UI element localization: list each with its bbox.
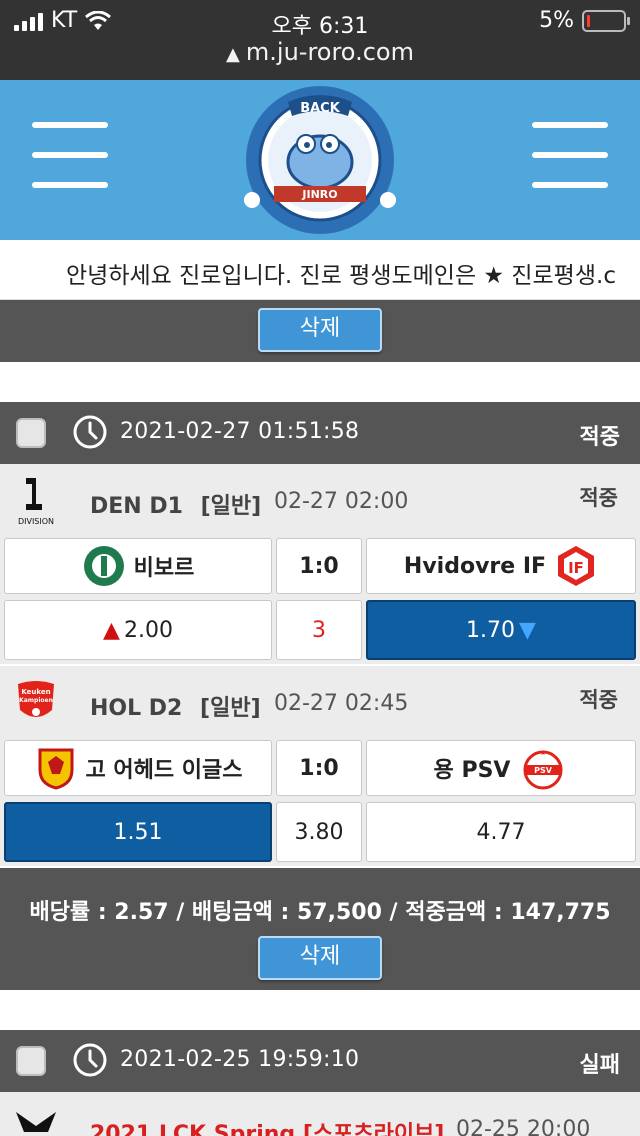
status-bar: KT 오후 6:31 5% ▲ m.ju-roro.com <box>0 0 640 80</box>
bet-result: 실패 <box>579 1053 620 1078</box>
bet-checkbox[interactable] <box>16 418 46 448</box>
clock-icon <box>73 415 107 449</box>
bet-date: 2021-02-27 01:51:58 <box>120 419 360 444</box>
svg-text:JINRO: JINRO <box>301 188 337 201</box>
odds-draw[interactable]: 3.80 <box>276 802 362 862</box>
odds-home[interactable]: ▲ 2.00 <box>4 600 272 660</box>
svg-text:DIVISION: DIVISION <box>18 517 54 526</box>
match-odds: 고 어헤드 이글스 1:0 용 PSV PSV ★ 1.51 3.80 4.77 <box>0 740 640 866</box>
match-time: 02-25 20:00 <box>456 1117 591 1136</box>
match-score: 1:0 <box>276 740 362 796</box>
home-team-name: 비보르 <box>133 556 195 581</box>
svg-text:PSV: PSV <box>535 766 554 775</box>
odds-draw[interactable]: 3 <box>276 600 362 660</box>
odds-up-icon: ▲ <box>103 617 120 643</box>
keuken-kampioen-logo-icon: Keuken Kampioen <box>18 681 54 717</box>
svg-text:Keuken: Keuken <box>21 688 50 696</box>
league-name: 2021 LCK Spring [스포츠라이브] <box>90 1122 445 1136</box>
match-odds: 비보르 1:0 Hvidovre IF IF ▲ 2.00 3 1.70 ▼ <box>0 538 640 664</box>
battery-percent: 5% <box>539 8 574 33</box>
away-team: 용 PSV PSV ★ <box>366 740 636 796</box>
delete-button[interactable]: 삭제 <box>258 308 382 352</box>
bet-summary: 배당률 : 2.57 / 배팅금액 : 57,500 / 적중금액 : 147,… <box>29 900 611 925</box>
hvidovre-logo-icon: IF <box>558 546 595 586</box>
league-logo-icon: DIVISION <box>18 478 54 526</box>
match-result: 적중 <box>579 486 618 510</box>
match-header: LCK 2021 LCK Spring [스포츠라이브] 02-25 20:00 <box>0 1092 640 1136</box>
bet-header: 2021-02-25 19:59:10 실패 <box>0 1030 640 1092</box>
previous-bet-footer: 삭제 <box>0 300 640 362</box>
svg-text:BACK: BACK <box>300 101 341 116</box>
jinro-logo[interactable]: BACK JINRO <box>230 82 410 238</box>
bet-type: [일반] <box>200 494 262 519</box>
home-team-name: 고 어헤드 이글스 <box>85 758 243 783</box>
away-team-name: Hvidovre IF <box>403 553 547 579</box>
svg-text:IF: IF <box>568 559 584 577</box>
odds-home-value: 2.00 <box>123 617 173 643</box>
right-menu-button[interactable] <box>532 122 608 190</box>
svg-text:★: ★ <box>540 749 546 757</box>
warning-icon: ▲ <box>226 44 240 65</box>
home-team: 비보르 <box>4 538 272 594</box>
odds-home[interactable]: 1.51 <box>4 802 272 862</box>
url-text: m.ju-roro.com <box>245 38 414 66</box>
delete-button[interactable]: 삭제 <box>258 936 382 980</box>
clock-icon <box>73 1043 107 1077</box>
league-name: DEN D1 <box>90 494 183 519</box>
match-time: 02-27 02:00 <box>274 489 409 514</box>
home-team: 고 어헤드 이글스 <box>4 740 272 796</box>
notice-marquee: 안녕하세요 진로입니다. 진로 평생도메인은 ★ 진로평생.c <box>0 240 640 300</box>
notice-text: 안녕하세요 진로입니다. 진로 평생도메인은 ★ 진로평생.c <box>66 263 616 289</box>
left-menu-button[interactable] <box>32 122 108 190</box>
bet-result: 적중 <box>579 425 620 450</box>
svg-text:Kampioen: Kampioen <box>19 697 53 704</box>
bet-footer: 배당률 : 2.57 / 배팅금액 : 57,500 / 적중금액 : 147,… <box>0 868 640 990</box>
odds-away-value: 1.70 <box>466 617 516 643</box>
odds-down-icon: ▼ <box>519 617 536 643</box>
address-bar[interactable]: ▲ m.ju-roro.com <box>0 38 640 66</box>
match-header: DIVISION DEN D1 [일반] 02-27 02:00 적중 <box>0 464 640 538</box>
battery-icon <box>582 9 630 32</box>
match-header: Keuken Kampioen HOL D2 [일반] 02-27 02:45 … <box>0 666 640 740</box>
bet-checkbox[interactable] <box>16 1046 46 1076</box>
odds-away[interactable]: 4.77 <box>366 802 636 862</box>
go-ahead-eagles-logo-icon <box>38 748 73 790</box>
bet-date: 2021-02-25 19:59:10 <box>120 1047 360 1072</box>
league-name: HOL D2 <box>90 696 183 721</box>
lck-logo-icon: LCK <box>16 1112 56 1132</box>
match-result: 적중 <box>579 688 618 712</box>
away-team-name: 용 PSV <box>433 758 511 783</box>
match-score: 1:0 <box>276 538 362 594</box>
away-team: Hvidovre IF IF <box>366 538 636 594</box>
bet-header: 2021-02-27 01:51:58 적중 <box>0 402 640 464</box>
odds-away[interactable]: 1.70 ▼ <box>366 600 636 660</box>
match-time: 02-27 02:45 <box>274 691 409 716</box>
viborg-logo-icon <box>83 546 124 586</box>
psv-logo-icon: PSV ★ <box>523 749 563 790</box>
site-header: BACK JINRO <box>0 80 640 240</box>
bet-type: [일반] <box>200 696 261 721</box>
